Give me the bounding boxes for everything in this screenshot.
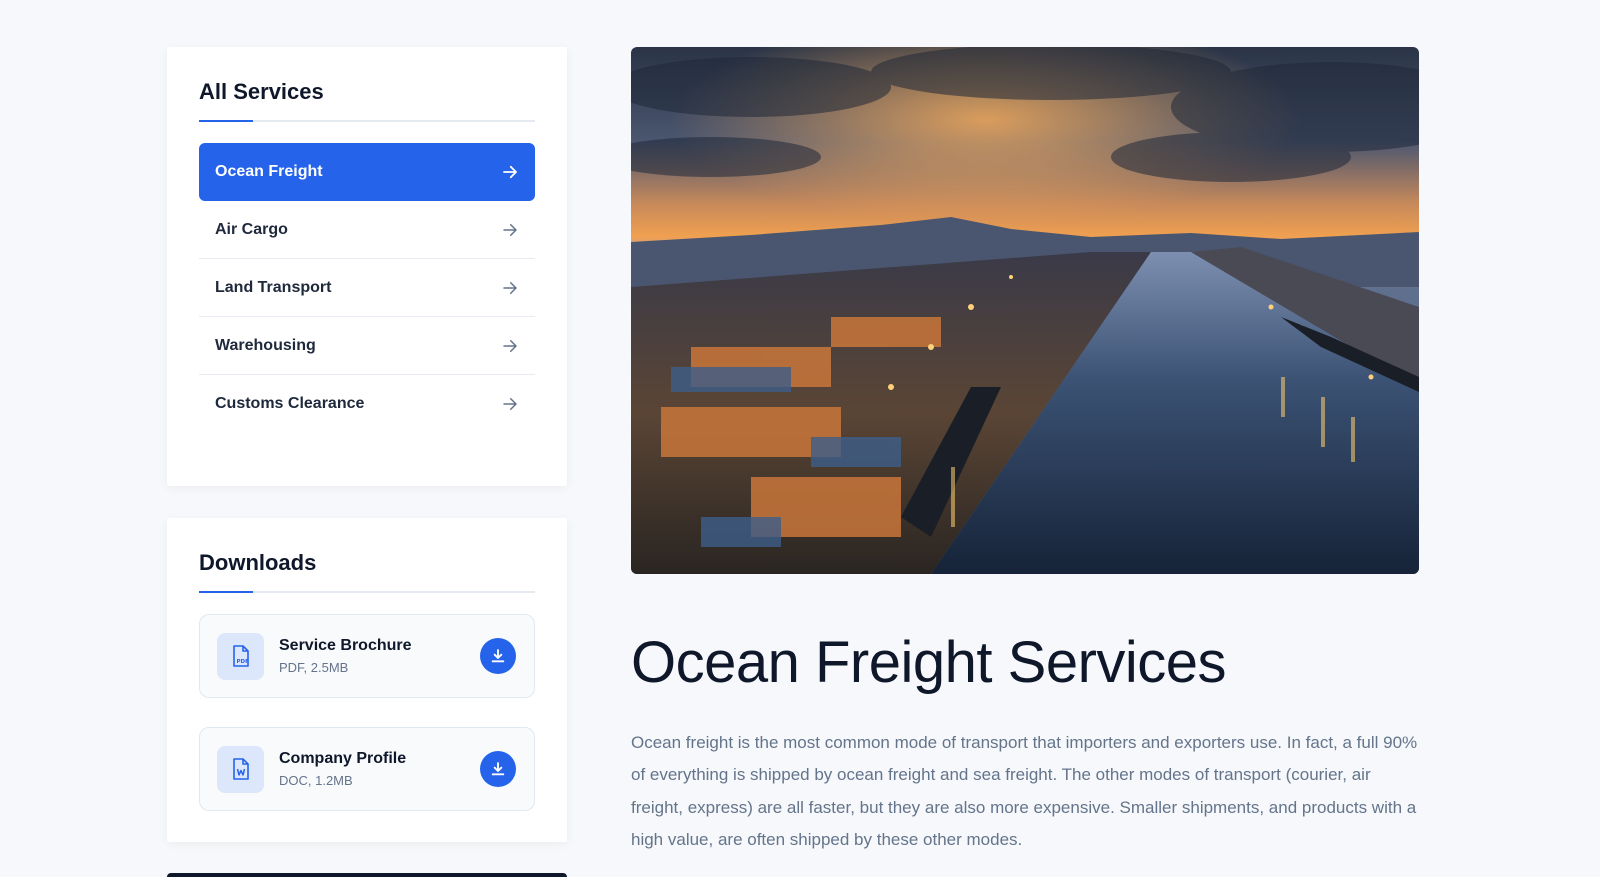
download-text: Company Profile DOC, 1.2MB [279,750,480,788]
download-icon [491,649,505,663]
download-meta: PDF, 2.5MB [279,660,349,675]
service-item-ocean-freight[interactable]: Ocean Freight [199,143,535,201]
service-item-warehousing[interactable]: Warehousing [199,317,535,375]
next-card-edge [167,873,567,877]
download-item-company-profile[interactable]: Company Profile DOC, 1.2MB [199,727,535,811]
arrow-right-icon [503,281,517,294]
arrow-right-icon [503,398,517,410]
services-card: All Services Ocean Freight Air Cargo Lan… [167,47,567,486]
service-item-land-transport[interactable]: Land Transport [199,259,535,317]
download-button[interactable] [480,751,516,787]
service-item-label: Warehousing [215,336,316,354]
port-harbor-sunset-photo [631,47,1419,574]
arrow-right-icon [503,339,517,352]
download-meta: DOC, 1.2MB [279,773,353,788]
doc-file-icon [217,745,264,793]
page-title: Ocean Freight Services [631,630,1227,695]
service-item-label: Customs Clearance [215,395,365,412]
downloads-title: Downloads [199,518,535,593]
service-item-air-cargo[interactable]: Air Cargo [199,201,535,259]
download-button[interactable] [480,638,516,674]
main-content: Ocean Freight Services Ocean freight is … [631,47,1419,874]
services-list: Ocean Freight Air Cargo Land Transport W… [199,143,535,433]
downloads-card: Downloads PDF Service Brochure PDF, 2.5M… [167,518,567,842]
pdf-file-icon: PDF [217,632,264,680]
download-icon [491,762,505,776]
download-text: Service Brochure PDF, 2.5MB [279,637,480,675]
arrow-right-icon [503,165,517,179]
services-title: All Services [199,47,535,122]
download-name: Service Brochure [279,637,412,654]
sidebar: All Services Ocean Freight Air Cargo Lan… [167,47,567,842]
download-name: Company Profile [279,750,407,767]
service-item-customs-clearance[interactable]: Customs Clearance [199,375,535,433]
arrow-right-icon [503,223,517,236]
downloads-list: PDF Service Brochure PDF, 2.5MB Company … [199,614,535,811]
service-item-label: Ocean Freight [215,163,323,180]
service-item-label: Land Transport [215,278,332,296]
download-item-service-brochure[interactable]: PDF Service Brochure PDF, 2.5MB [199,614,535,698]
svg-text:PDF: PDF [236,659,249,665]
service-item-label: Air Cargo [215,220,288,238]
intro-paragraph: Ocean freight is the most common mode of… [631,732,1418,850]
